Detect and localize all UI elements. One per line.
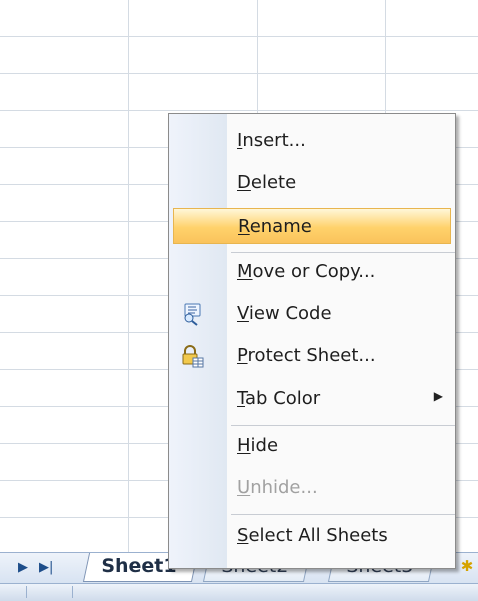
menu-item-rename[interactable]: Rename [173, 208, 451, 244]
status-segment [72, 586, 113, 598]
menu-separator [231, 514, 455, 515]
menu-item-delete[interactable]: Delete [173, 165, 451, 201]
insert-worksheet-icon[interactable]: ✱ [458, 557, 476, 575]
menu-item-select-all-sheets[interactable]: Select All Sheets [173, 518, 451, 554]
status-bar [0, 583, 478, 601]
status-segment [26, 586, 39, 598]
menu-item-label: Unhide... [237, 477, 318, 498]
last-sheet-button[interactable]: ▶| [39, 560, 53, 576]
view-code-icon [184, 303, 201, 326]
menu-item-label: Protect Sheet... [237, 345, 376, 366]
menu-item-label: Hide [237, 435, 279, 456]
menu-item-label: Delete [237, 172, 297, 193]
menu-item-move-or-copy[interactable]: Move or Copy... [173, 254, 451, 290]
menu-item-label: Move or Copy... [237, 261, 376, 282]
menu-item-protect-sheet[interactable]: Protect Sheet... [173, 338, 451, 374]
menu-item-tab-color[interactable]: Tab Color ▶ [173, 381, 451, 417]
next-sheet-button[interactable]: ▶ [18, 560, 28, 576]
menu-item-insert[interactable]: Insert... [173, 123, 451, 159]
tab-label: Sheet1 [101, 555, 177, 577]
menu-item-label: Rename [238, 216, 312, 237]
menu-separator [231, 425, 455, 426]
menu-item-label: Select All Sheets [237, 525, 388, 546]
submenu-arrow-icon: ▶ [433, 389, 443, 403]
menu-item-label: Insert... [237, 130, 306, 151]
menu-item-label: View Code [237, 303, 332, 324]
protect-sheet-icon [182, 345, 204, 368]
menu-item-view-code[interactable]: View Code [173, 296, 451, 332]
menu-item-unhide: Unhide... [173, 470, 451, 506]
menu-item-hide[interactable]: Hide [173, 428, 451, 464]
menu-item-label: Tab Color [237, 388, 321, 409]
menu-separator [231, 252, 455, 253]
sheet-tab-context-menu: Insert... Delete Rename Move or Copy... … [168, 113, 456, 569]
